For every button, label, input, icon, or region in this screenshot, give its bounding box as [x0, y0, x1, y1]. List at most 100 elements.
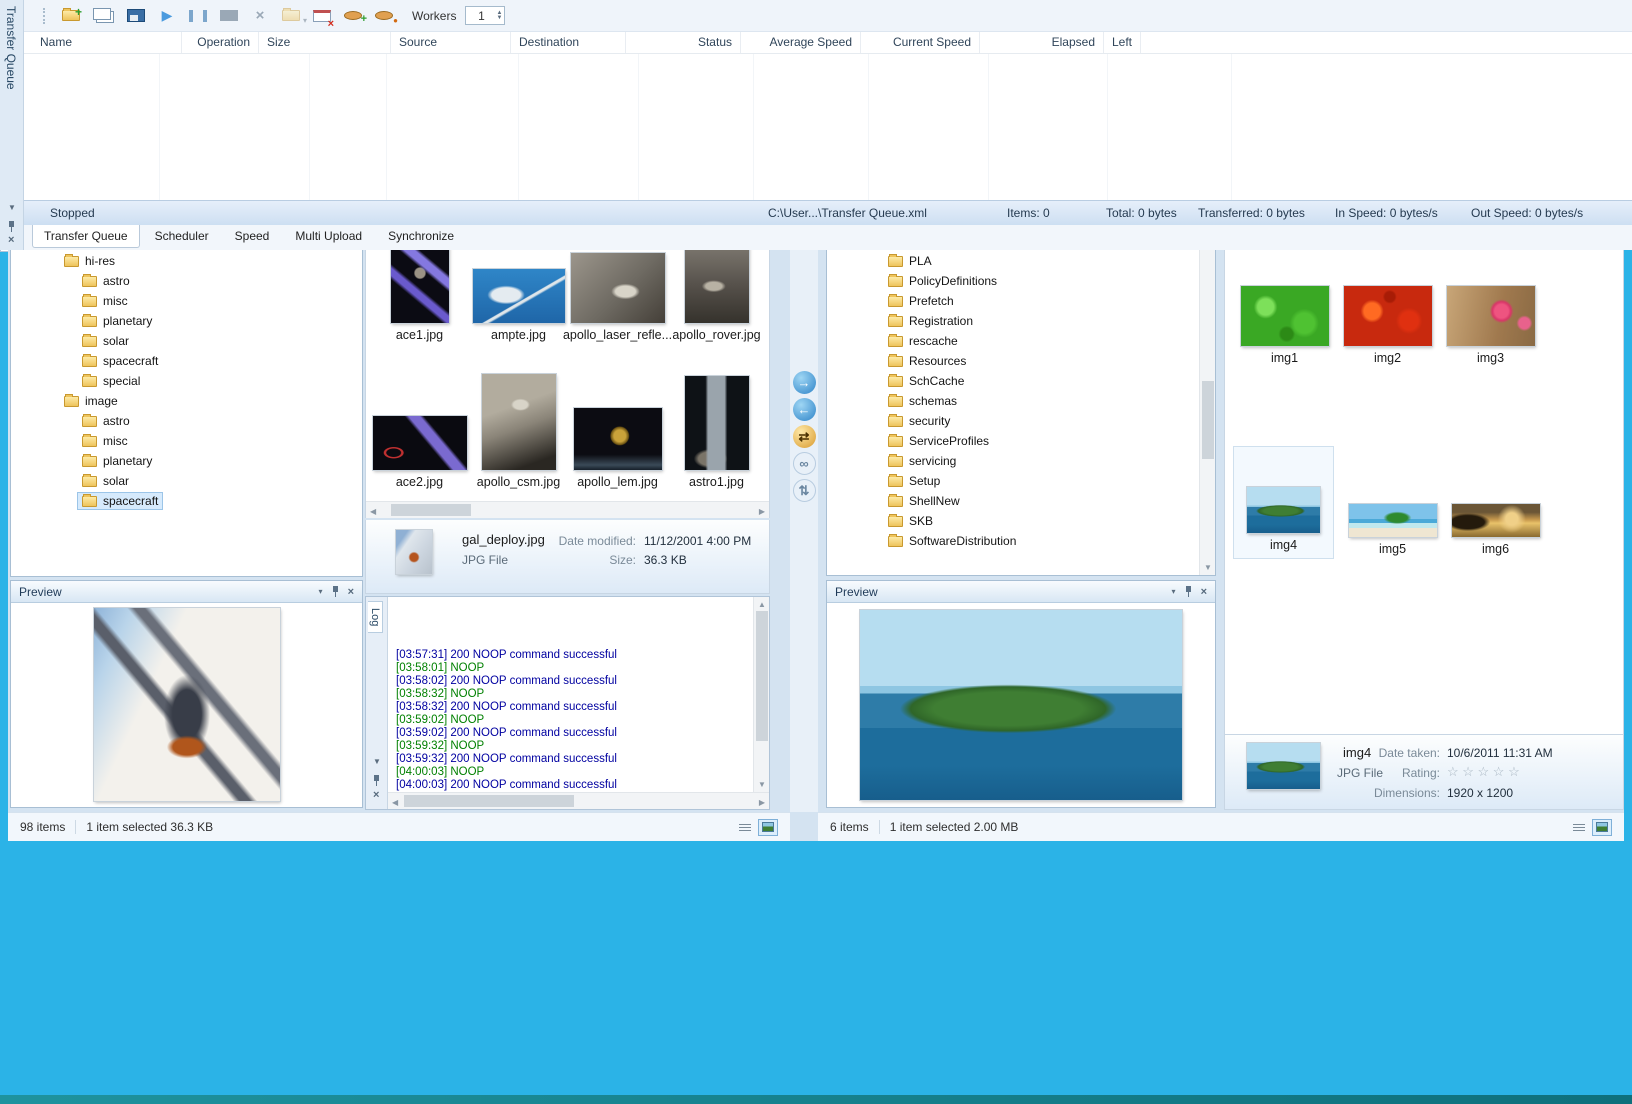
- file-item[interactable]: apollo_lem.jpg: [568, 408, 667, 489]
- file-item[interactable]: img3: [1439, 269, 1542, 365]
- tree-item[interactable]: SchCache: [827, 371, 1215, 391]
- stepper-arrows-icon[interactable]: ▲ ▼: [497, 10, 505, 21]
- pause-icon[interactable]: [189, 9, 207, 22]
- queue-tab[interactable]: Speed: [224, 225, 281, 247]
- tree-item[interactable]: misc: [11, 431, 362, 451]
- column-header[interactable]: Status: [626, 32, 741, 53]
- details-view-icon[interactable]: [1570, 820, 1588, 835]
- column-header[interactable]: Destination: [511, 32, 626, 53]
- scrollbar-thumb[interactable]: [391, 504, 471, 516]
- remove-schedule-icon[interactable]: [313, 9, 334, 26]
- log-tab[interactable]: Log: [368, 601, 383, 634]
- folder-options-icon[interactable]: [282, 8, 307, 25]
- tree-item[interactable]: servicing: [827, 451, 1215, 471]
- tree-item[interactable]: Setup: [827, 471, 1215, 491]
- download-arrow-icon[interactable]: ←: [792, 398, 816, 421]
- tree-item[interactable]: SoftwareDistribution: [827, 531, 1215, 551]
- queue-table-body[interactable]: [24, 54, 1632, 200]
- start-icon[interactable]: ▶: [158, 7, 176, 25]
- scrollbar-thumb[interactable]: [404, 795, 574, 807]
- file-item[interactable]: apollo_csm.jpg: [469, 374, 568, 489]
- file-item[interactable]: ampte.jpg: [469, 269, 568, 342]
- pin-icon[interactable]: [373, 775, 380, 786]
- panel-menu-icon[interactable]: ▼: [8, 203, 16, 212]
- stop-icon[interactable]: [220, 10, 238, 21]
- tree-item[interactable]: PLA: [827, 251, 1215, 271]
- column-header[interactable]: Left: [1104, 32, 1142, 53]
- tree-item[interactable]: schemas: [827, 391, 1215, 411]
- file-item[interactable]: img5: [1341, 446, 1444, 556]
- queue-tab[interactable]: Synchronize: [377, 225, 465, 247]
- tree-item[interactable]: rescache: [827, 331, 1215, 351]
- column-header[interactable]: Operation: [182, 32, 259, 53]
- file-item[interactable]: ace2.jpg: [370, 416, 469, 489]
- upload-arrow-icon[interactable]: →: [792, 371, 816, 394]
- pin-icon[interactable]: [1185, 586, 1192, 597]
- tree-item[interactable]: planetary: [11, 451, 362, 471]
- tree-item[interactable]: spacecraft: [11, 351, 362, 371]
- queue-tab[interactable]: Scheduler: [144, 225, 220, 247]
- details-view-icon[interactable]: [736, 820, 754, 835]
- scrollbar-thumb[interactable]: [1202, 381, 1214, 459]
- log-output[interactable]: [03:57:31] 200 NOOP command successful [0…: [388, 597, 753, 792]
- close-icon[interactable]: ×: [373, 789, 379, 801]
- tree-item[interactable]: misc: [11, 291, 362, 311]
- thumbnails-view-icon[interactable]: [1592, 818, 1612, 836]
- tree-item[interactable]: image: [11, 391, 362, 411]
- remove-icon[interactable]: ×: [251, 7, 269, 25]
- file-item[interactable]: img1: [1233, 269, 1336, 365]
- tree-item[interactable]: astro: [11, 411, 362, 431]
- tree-item[interactable]: planetary: [11, 311, 362, 331]
- tree-item[interactable]: Registration: [827, 311, 1215, 331]
- queue-tab[interactable]: Multi Upload: [284, 225, 373, 247]
- link-panes-icon[interactable]: ∞: [792, 452, 816, 475]
- horizontal-scrollbar[interactable]: ◀ ▶: [366, 501, 769, 518]
- column-header[interactable]: Size: [259, 32, 391, 53]
- tree-item[interactable]: PolicyDefinitions: [827, 271, 1215, 291]
- file-item[interactable]: img2: [1336, 269, 1439, 365]
- tree-item[interactable]: special: [11, 371, 362, 391]
- tree-item[interactable]: ShellNew: [827, 491, 1215, 511]
- tree-item[interactable]: security: [827, 411, 1215, 431]
- pin-icon[interactable]: [332, 586, 339, 597]
- close-icon[interactable]: ×: [1201, 586, 1207, 598]
- file-item[interactable]: img6: [1444, 446, 1547, 556]
- vertical-scrollbar[interactable]: ▲▼: [753, 597, 769, 792]
- close-icon[interactable]: ×: [8, 234, 14, 246]
- tree-item[interactable]: ServiceProfiles: [827, 431, 1215, 451]
- tree-item[interactable]: astro: [11, 271, 362, 291]
- panel-menu-icon[interactable]: ▾: [319, 587, 323, 596]
- add-worker-icon[interactable]: [344, 11, 367, 25]
- sync-navigation-icon[interactable]: ⇅: [792, 479, 816, 502]
- thumbnails-view-icon[interactable]: [758, 818, 778, 836]
- tree-item[interactable]: SKB: [827, 511, 1215, 531]
- queue-tab[interactable]: Transfer Queue: [32, 225, 140, 248]
- tree-item[interactable]: hi-res: [11, 251, 362, 271]
- tree-item[interactable]: solar: [11, 331, 362, 351]
- column-header[interactable]: Source: [391, 32, 511, 53]
- tree-item[interactable]: Prefetch: [827, 291, 1215, 311]
- pin-icon[interactable]: [8, 221, 15, 232]
- tree-item[interactable]: solar: [11, 471, 362, 491]
- tree-item[interactable]: spacecraft: [11, 491, 362, 511]
- scrollbar-thumb[interactable]: [756, 611, 768, 741]
- panel-menu-icon[interactable]: ▾: [1172, 587, 1176, 596]
- column-header[interactable]: Average Speed: [741, 32, 861, 53]
- file-item-selected[interactable]: img4: [1233, 446, 1334, 559]
- panel-menu-icon[interactable]: ▼: [373, 757, 381, 766]
- remove-worker-icon[interactable]: [375, 11, 398, 25]
- file-item[interactable]: astro1.jpg: [667, 376, 766, 489]
- column-header[interactable]: Name: [32, 32, 182, 53]
- open-queue-icon[interactable]: [62, 5, 82, 21]
- workers-stepper[interactable]: 1 ▲ ▼: [465, 6, 506, 25]
- file-item[interactable]: apollo_laser_refle...: [563, 253, 672, 342]
- close-icon[interactable]: ×: [348, 586, 354, 598]
- rating-stars[interactable]: ☆ ☆ ☆ ☆ ☆: [1447, 764, 1520, 780]
- column-header[interactable]: Current Speed: [861, 32, 980, 53]
- save-queue-icon[interactable]: [127, 9, 145, 22]
- transfer-folder-icon[interactable]: ⇄: [792, 425, 816, 448]
- tree-item[interactable]: Resources: [827, 351, 1215, 371]
- horizontal-scrollbar[interactable]: ◀ ▶: [388, 792, 769, 809]
- add-items-icon[interactable]: [93, 8, 111, 20]
- column-header[interactable]: Elapsed: [980, 32, 1104, 53]
